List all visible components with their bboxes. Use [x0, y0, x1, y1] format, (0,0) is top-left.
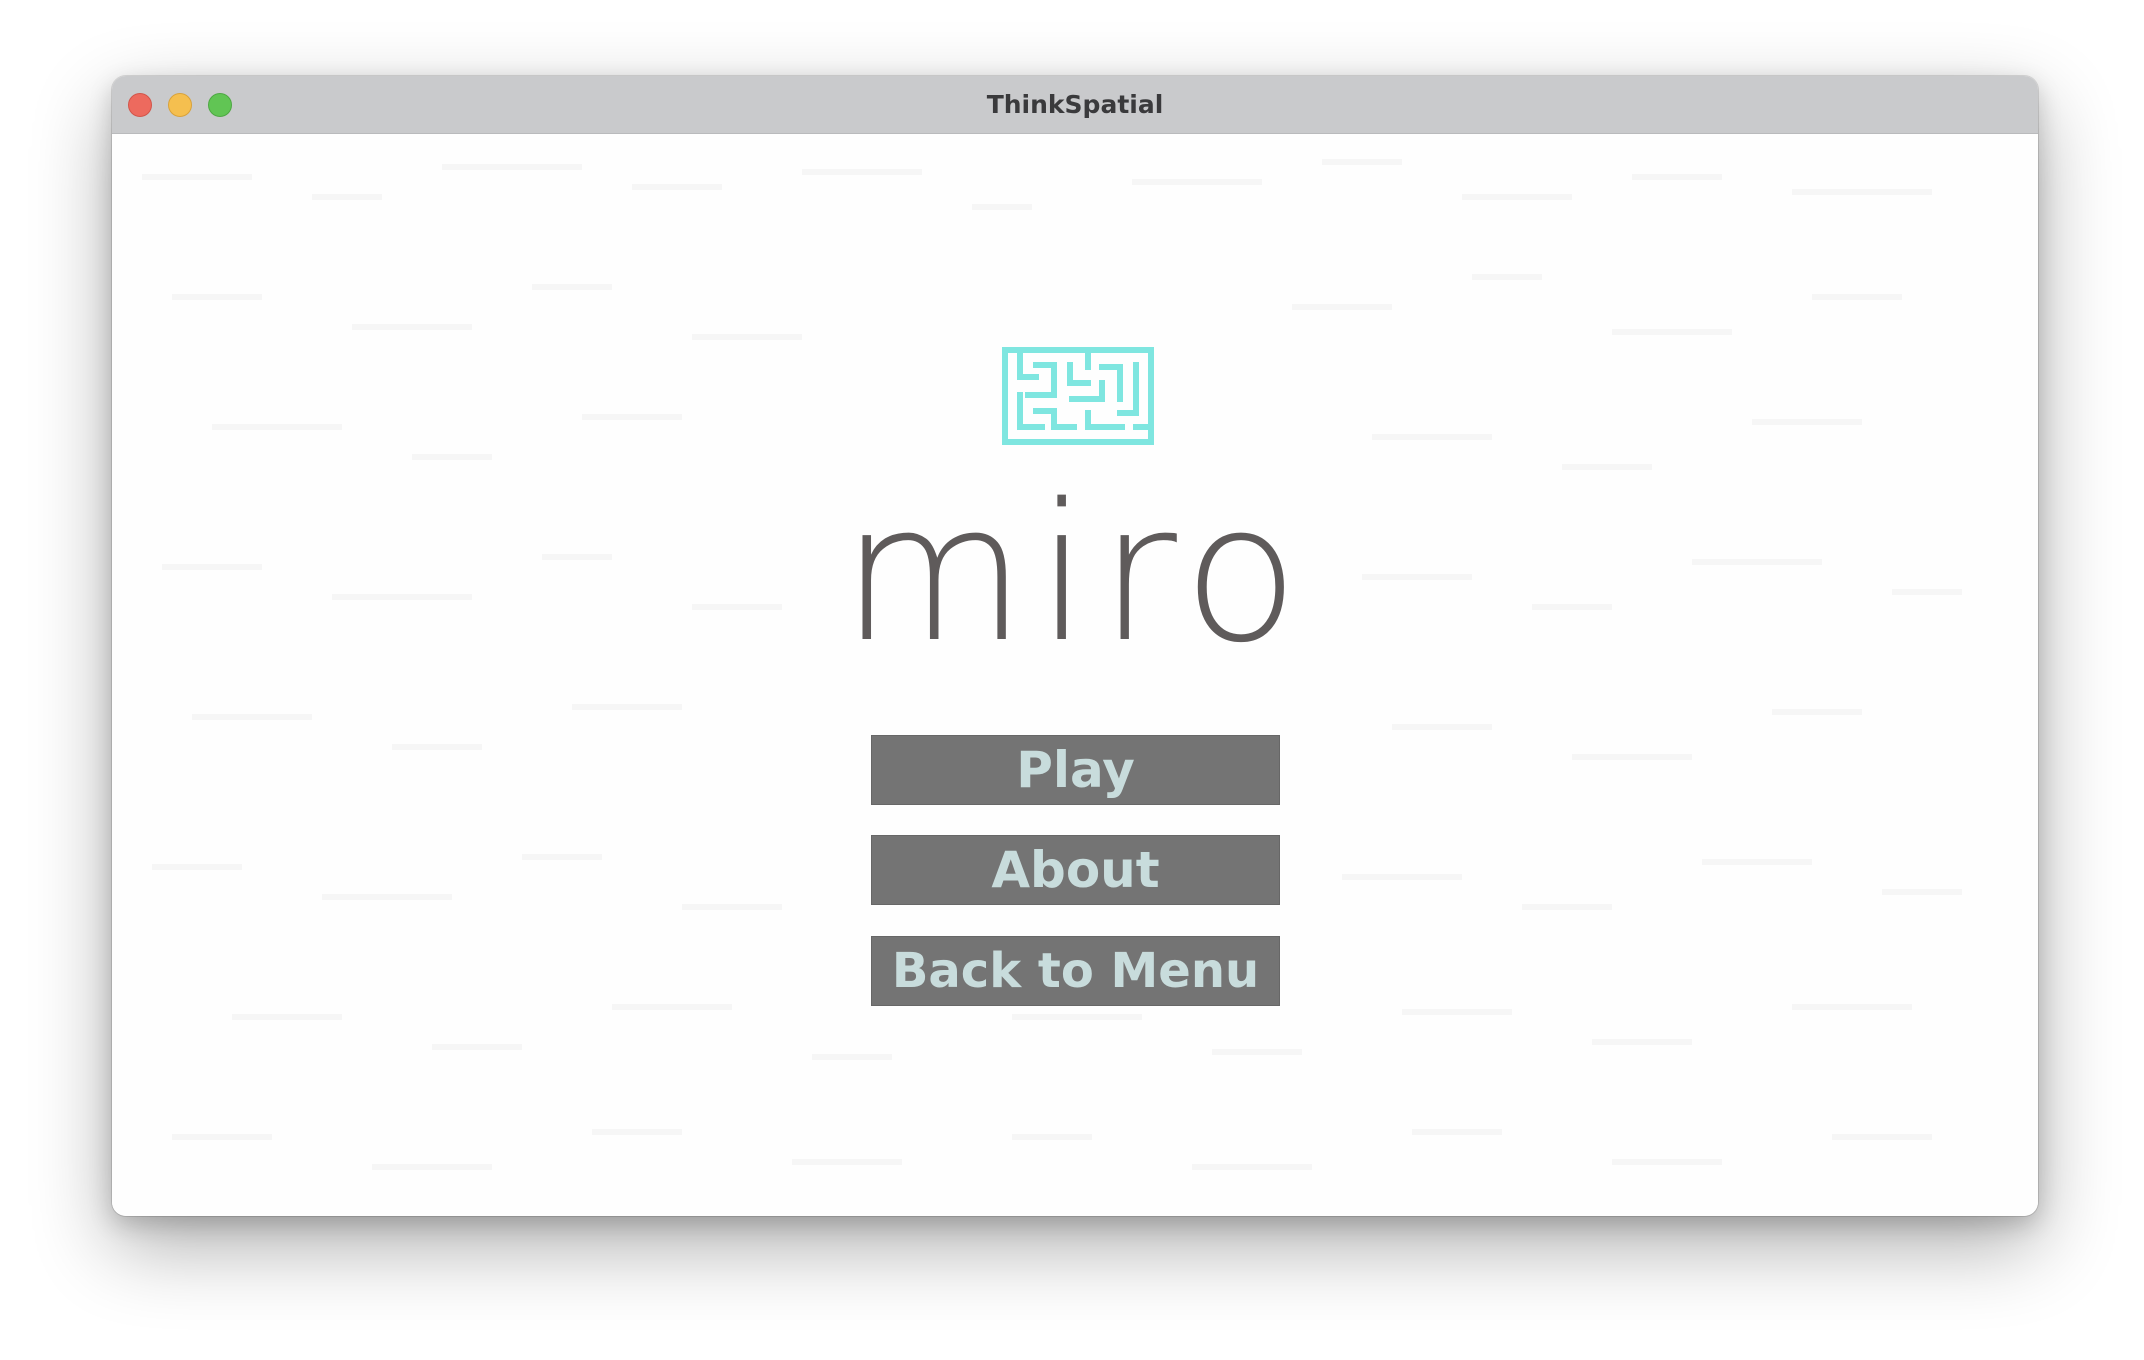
title-bar[interactable]: ThinkSpatial — [112, 76, 2038, 134]
app-window: ThinkSpatial miro Play About Back to Men… — [112, 76, 2038, 1216]
maze-icon — [1002, 347, 1154, 445]
about-button[interactable]: About — [871, 835, 1280, 905]
main-content: miro Play About Back to Menu — [112, 134, 2038, 1216]
back-to-menu-button[interactable]: Back to Menu — [871, 936, 1280, 1006]
app-wordmark: miro — [840, 463, 1310, 684]
window-title: ThinkSpatial — [986, 90, 1164, 119]
play-button[interactable]: Play — [871, 735, 1280, 805]
